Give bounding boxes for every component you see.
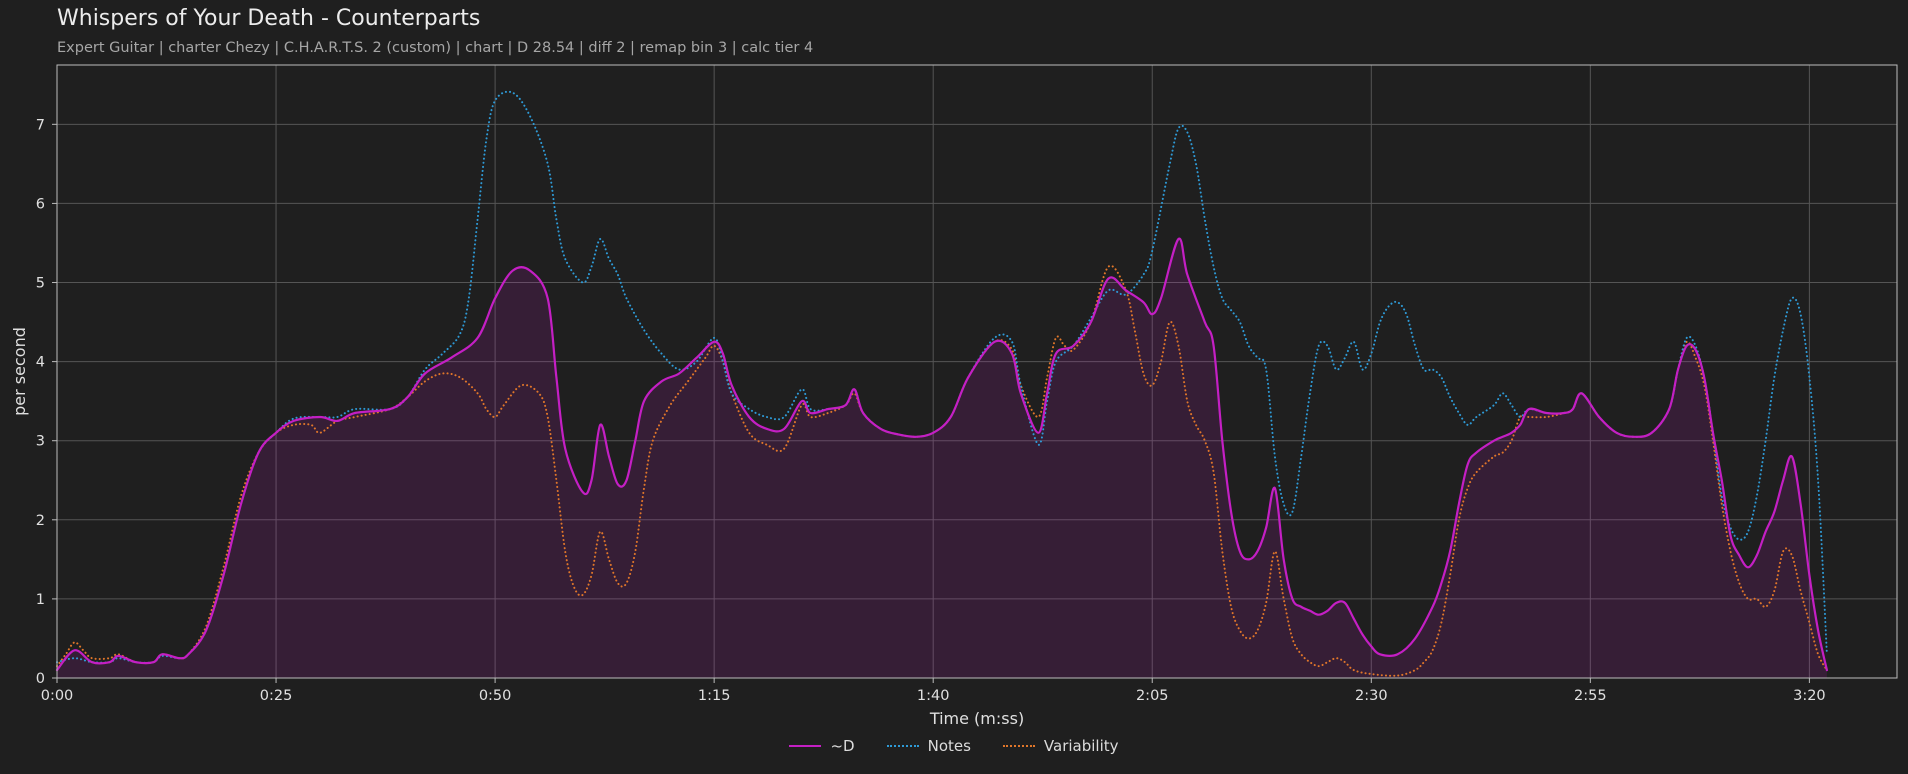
series-fill-0 — [57, 238, 1827, 678]
legend-item-variability[interactable]: Variability — [1002, 737, 1119, 755]
series-fills — [57, 238, 1827, 678]
y-tick-label: 2 — [36, 513, 45, 529]
y-tick-label: 4 — [36, 355, 45, 371]
legend-label-notes: Notes — [927, 737, 971, 755]
legend-swatch-notes — [886, 745, 919, 747]
legend-label-variability: Variability — [1043, 737, 1119, 755]
chart-legend: ~D Notes Variability — [0, 737, 1908, 755]
x-tick-label: 0:50 — [479, 688, 512, 704]
x-tick-label: 1:15 — [698, 688, 731, 704]
y-tick-label: 6 — [36, 196, 45, 212]
legend-label-d: ~D — [830, 737, 855, 755]
y-tick-label: 1 — [36, 592, 45, 608]
y-tick-label: 3 — [36, 434, 45, 450]
legend-swatch-variability — [1002, 745, 1035, 747]
y-tick-label: 5 — [36, 276, 45, 292]
line-chart: 0:00 0:25 0:50 1:15 1:40 2:05 2:30 2:55 3:20 0 1 2 3… — [10, 64, 1898, 728]
legend-swatch-d — [789, 745, 822, 747]
y-axis-label: per second — [10, 327, 29, 416]
x-tick-label: 0:00 — [41, 688, 74, 704]
x-tick-label: 2:05 — [1136, 688, 1169, 704]
legend-item-notes[interactable]: Notes — [886, 737, 971, 755]
y-tick-label: 0 — [36, 671, 45, 687]
x-tick-label: 2:30 — [1355, 688, 1388, 704]
x-axis-label: Time (m:ss) — [929, 709, 1024, 728]
x-tick-label: 0:25 — [260, 688, 293, 704]
x-tick-label: 1:40 — [917, 688, 950, 704]
x-tick-label: 3:20 — [1793, 688, 1826, 704]
legend-item-d[interactable]: ~D — [789, 737, 855, 755]
y-tick-label: 7 — [36, 117, 45, 133]
x-tick-label: 2:55 — [1574, 688, 1607, 704]
